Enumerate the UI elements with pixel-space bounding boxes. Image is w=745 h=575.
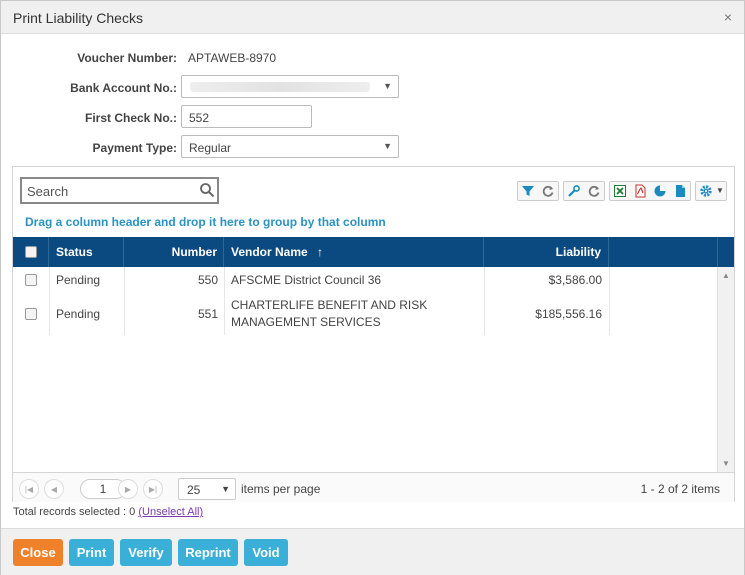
grid-toolbar: ▼ xyxy=(517,181,727,201)
row-checkbox[interactable] xyxy=(25,308,37,320)
grid-header: Status Number Vendor Name ↑ Liability xyxy=(13,237,734,267)
column-header-vendor-label: Vendor Name xyxy=(231,245,308,259)
unselect-all-link[interactable]: (Unselect All) xyxy=(138,506,203,518)
sort-ascending-icon: ↑ xyxy=(317,245,324,259)
page-size-value: 25 xyxy=(187,483,201,497)
group-by-hint: Drag a column header and drop it here to… xyxy=(25,215,386,229)
payment-type-label: Payment Type: xyxy=(92,141,177,155)
column-header-spacer xyxy=(609,237,718,267)
first-check-label: First Check No.: xyxy=(84,111,177,125)
table-row[interactable]: Pending 550 AFSCME District Council 36 $… xyxy=(13,267,717,293)
scroll-up-icon[interactable]: ▲ xyxy=(722,271,730,280)
document-icon[interactable] xyxy=(670,182,690,200)
column-header-number[interactable]: Number xyxy=(124,237,224,267)
chart-icon[interactable] xyxy=(650,182,670,200)
column-header-vendor-name[interactable]: Vendor Name ↑ xyxy=(224,237,484,267)
grid-body: Pending 550 AFSCME District Council 36 $… xyxy=(13,267,717,472)
column-header-status[interactable]: Status xyxy=(49,237,124,267)
refresh-icon[interactable] xyxy=(538,182,558,200)
items-per-page-label: items per page xyxy=(241,482,321,496)
row-checkbox[interactable] xyxy=(25,274,37,286)
settings-group xyxy=(563,181,605,201)
dialog-titlebar: Print Liability Checks × xyxy=(1,1,744,34)
checks-grid: Search ▼ Drag a column header and drop i… xyxy=(12,166,735,502)
bank-account-select[interactable]: ▼ xyxy=(181,75,399,98)
chevron-down-icon: ▼ xyxy=(221,484,230,494)
row-vendor-name: CHARTERLIFE BENEFIT AND RISK xyxy=(231,298,428,312)
last-page-icon[interactable]: ▶| xyxy=(143,479,163,499)
row-number: 551 xyxy=(197,307,218,321)
dialog-title: Print Liability Checks xyxy=(13,10,143,26)
bank-account-masked-value xyxy=(190,82,370,92)
search-icon[interactable] xyxy=(199,182,215,201)
voucher-number-value: APTAWEB-8970 xyxy=(188,51,277,65)
scroll-down-icon[interactable]: ▼ xyxy=(722,459,730,468)
print-liability-checks-dialog: Print Liability Checks × Voucher Number:… xyxy=(0,0,745,575)
voucher-number-label: Voucher Number: xyxy=(77,51,177,65)
row-status: Pending xyxy=(56,307,101,321)
wrench-icon[interactable] xyxy=(564,182,584,200)
next-page-icon[interactable]: ▶ xyxy=(118,479,138,499)
excel-icon[interactable] xyxy=(610,182,630,200)
refresh-icon[interactable] xyxy=(584,182,604,200)
verify-button[interactable]: Verify xyxy=(120,539,172,566)
export-group xyxy=(609,181,691,201)
dialog-footer: Close Print Verify Reprint Void xyxy=(1,528,744,575)
pager-info: 1 - 2 of 2 items xyxy=(640,482,720,496)
close-icon[interactable]: × xyxy=(724,9,732,25)
page-size-select[interactable]: 25 ▼ xyxy=(178,478,236,500)
row-status: Pending xyxy=(56,273,101,287)
gear-menu[interactable]: ▼ xyxy=(695,181,727,201)
filter-group xyxy=(517,181,559,201)
reprint-button[interactable]: Reprint xyxy=(178,539,238,566)
vertical-scrollbar[interactable]: ▲ ▼ xyxy=(717,267,734,472)
print-button[interactable]: Print xyxy=(69,539,114,566)
first-check-input[interactable]: 552 xyxy=(181,105,312,128)
gear-icon[interactable] xyxy=(696,182,716,200)
close-button[interactable]: Close xyxy=(13,539,63,566)
payment-type-value: Regular xyxy=(189,141,232,155)
payment-type-select[interactable]: Regular ▼ xyxy=(181,135,399,158)
row-liability: $3,586.00 xyxy=(548,273,602,287)
first-page-icon[interactable]: |◀ xyxy=(19,479,39,499)
header-select-all[interactable] xyxy=(13,237,49,267)
table-row[interactable]: Pending 551 CHARTERLIFE BENEFIT AND RISK… xyxy=(13,293,717,335)
chevron-down-icon: ▼ xyxy=(383,141,392,151)
search-placeholder: Search xyxy=(27,184,69,199)
first-check-value: 552 xyxy=(189,111,210,125)
row-number: 550 xyxy=(197,273,218,287)
pdf-icon[interactable] xyxy=(630,182,650,200)
total-records-selected: Total records selected : 0 (Unselect All… xyxy=(13,506,203,518)
search-input[interactable]: Search xyxy=(20,177,219,204)
row-vendor-name: AFSCME District Council 36 xyxy=(231,273,382,287)
row-vendor-name-line2: MANAGEMENT SERVICES xyxy=(231,315,381,329)
filter-icon[interactable] xyxy=(518,182,538,200)
select-all-checkbox[interactable] xyxy=(25,246,37,258)
bank-account-label: Bank Account No.: xyxy=(70,81,177,95)
chevron-down-icon: ▼ xyxy=(383,81,392,91)
chevron-down-icon: ▼ xyxy=(716,186,724,195)
previous-page-icon[interactable]: ◀ xyxy=(44,479,64,499)
grid-pager: |◀ ◀ 1 ▶ ▶| 25 ▼ items per page 1 - 2 of… xyxy=(13,472,734,502)
void-button[interactable]: Void xyxy=(244,539,288,566)
column-header-liability[interactable]: Liability xyxy=(484,237,609,267)
row-liability: $185,556.16 xyxy=(535,307,602,321)
total-records-text: Total records selected : 0 xyxy=(13,506,136,518)
